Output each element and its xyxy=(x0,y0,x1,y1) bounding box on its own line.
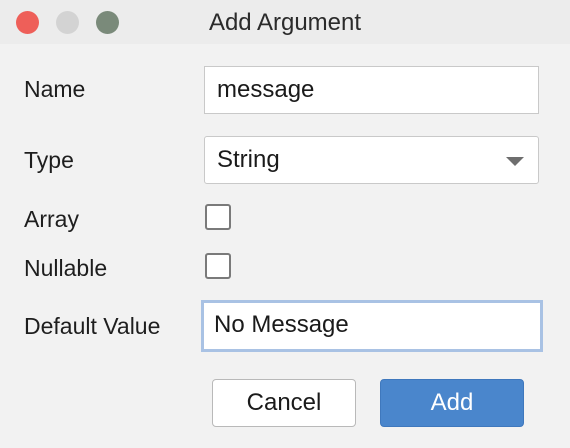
nullable-label: Nullable xyxy=(24,255,108,281)
array-label: Array xyxy=(24,206,79,232)
type-select-value: String xyxy=(217,146,280,173)
window-title: Add Argument xyxy=(208,9,362,36)
default-value-input[interactable]: No Message xyxy=(201,300,543,352)
array-checkbox[interactable] xyxy=(205,204,231,230)
default-value-label: Default Value xyxy=(24,313,161,339)
cancel-button[interactable]: Cancel xyxy=(212,379,356,427)
type-select[interactable]: String xyxy=(204,136,539,184)
add-argument-dialog: Add Argument Name message Type String Ar… xyxy=(0,0,570,448)
nullable-checkbox[interactable] xyxy=(205,253,231,279)
type-label: Type xyxy=(24,147,74,173)
title-bar: Add Argument xyxy=(0,0,570,44)
name-label: Name xyxy=(24,76,86,102)
chevron-down-icon xyxy=(506,157,524,166)
name-input[interactable]: message xyxy=(204,66,539,114)
add-button[interactable]: Add xyxy=(380,379,524,427)
